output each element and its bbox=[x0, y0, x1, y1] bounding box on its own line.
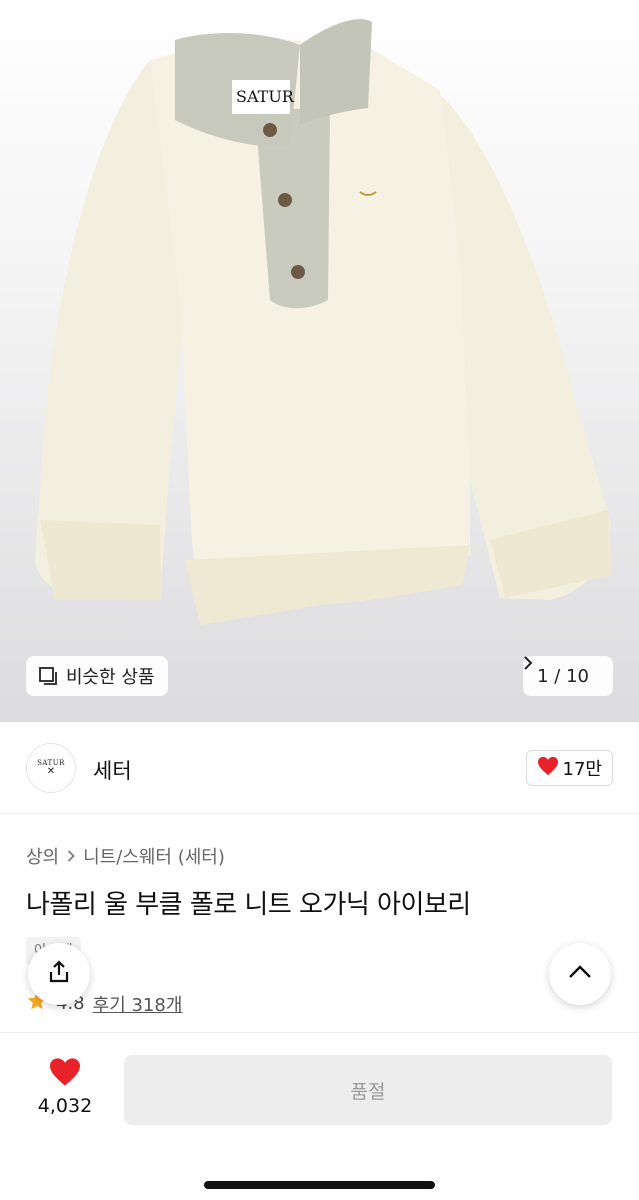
similar-products-label: 비슷한 상품 bbox=[66, 667, 155, 688]
image-counter-text: 1 / 10 bbox=[537, 665, 589, 687]
wishlist-button[interactable]: 4,032 bbox=[26, 1057, 104, 1117]
product-title: 나폴리 울 부클 폴로 니트 오가닉 아이보리 bbox=[26, 890, 471, 920]
heart-icon bbox=[537, 756, 559, 781]
wishlist-count: 4,032 bbox=[37, 1095, 93, 1117]
review-link[interactable]: 후기 318개 bbox=[93, 991, 183, 1017]
breadcrumb-item-category[interactable]: 상의 bbox=[26, 843, 59, 869]
product-image-carousel[interactable]: SATUR 비슷한 상품 1 / 10 bbox=[0, 0, 639, 722]
breadcrumb-item-subcategory[interactable]: 니트/스웨터 (세터) bbox=[83, 843, 225, 869]
similar-icon bbox=[38, 666, 58, 686]
similar-products-button[interactable]: 비슷한 상품 bbox=[26, 656, 168, 696]
heart-icon bbox=[48, 1057, 82, 1091]
shop-name[interactable]: 세터 bbox=[93, 755, 132, 785]
image-counter-button[interactable]: 1 / 10 bbox=[523, 656, 613, 696]
shop-logo-mark: ✕ bbox=[46, 766, 56, 777]
share-button[interactable] bbox=[28, 943, 90, 1005]
shop-row[interactable]: SATUR ✕ 세터 17만 bbox=[0, 722, 639, 814]
breadcrumb: 상의 니트/스웨터 (세터) bbox=[26, 843, 225, 869]
shop-like-count: 17만 bbox=[562, 759, 602, 780]
chevron-up-icon bbox=[567, 964, 593, 984]
brand-label-text: SATUR bbox=[236, 87, 295, 106]
sweater-product-image: SATUR bbox=[35, 19, 612, 625]
home-indicator bbox=[204, 1181, 435, 1189]
chevron-right-icon bbox=[67, 846, 75, 867]
shop-like-button[interactable]: 17만 bbox=[525, 750, 613, 786]
sold-out-button[interactable]: 품절 bbox=[124, 1055, 612, 1125]
share-icon bbox=[46, 959, 72, 989]
bottom-action-bar: 4,032 품절 bbox=[0, 1032, 639, 1200]
shop-logo[interactable]: SATUR ✕ bbox=[26, 743, 76, 793]
scroll-top-button[interactable] bbox=[549, 943, 611, 1005]
